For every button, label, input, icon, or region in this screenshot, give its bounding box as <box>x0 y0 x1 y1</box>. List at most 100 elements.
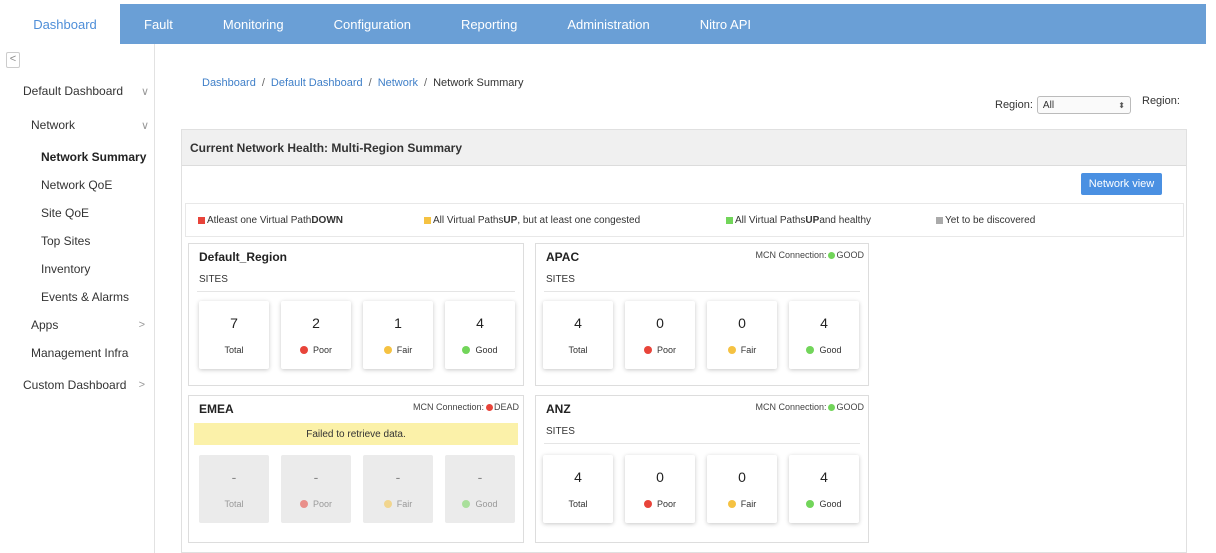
breadcrumb-default-dashboard[interactable]: Default Dashboard <box>271 77 363 89</box>
region-select-value: All <box>1042 99 1055 111</box>
green-dot-icon <box>462 500 471 508</box>
stat-value: - <box>395 469 401 485</box>
sites-label: SITES <box>199 274 228 285</box>
region-card-apac[interactable]: APAC MCN Connection: GOOD SITES 4 Total … <box>535 243 869 386</box>
sidebar-item-apps[interactable]: Apps > <box>31 318 145 332</box>
stat-label-text: Fair <box>740 345 757 355</box>
sidebar-item-label: Site QoE <box>41 206 90 220</box>
legend-item-healthy: All Virtual Paths UP and healthy <box>726 215 871 226</box>
tab-administration[interactable]: Administration <box>542 4 674 44</box>
gray-square-icon <box>936 216 943 224</box>
sidebar-item-custom-dashboard[interactable]: Custom Dashboard > <box>23 378 145 392</box>
stat-label-text: Poor <box>312 345 332 355</box>
chevron-left-icon[interactable]: < <box>6 52 20 68</box>
region-card-default[interactable]: Default_Region SITES 7 Total 2 Poor 1 Fa… <box>188 243 524 386</box>
stat-label: Total <box>199 345 269 355</box>
yellow-square-icon <box>424 216 431 224</box>
stat-label: Fair <box>707 345 777 355</box>
stat-card-fair[interactable]: 0 Fair <box>707 301 777 369</box>
stat-card-poor[interactable]: 2 Poor <box>281 301 351 369</box>
health-legend: Atleast one Virtual Path DOWN All Virtua… <box>185 203 1184 237</box>
stat-card-poor[interactable]: 0 Poor <box>625 455 695 523</box>
stat-card-total[interactable]: 7 Total <box>199 301 269 369</box>
tab-dashboard[interactable]: Dashboard <box>10 4 120 44</box>
sidebar-item-management-infra[interactable]: Management Infra <box>31 346 128 360</box>
stat-card-good: - Good <box>445 455 515 523</box>
sidebar-item-top-sites[interactable]: Top Sites <box>41 234 90 248</box>
stat-card-total: - Total <box>199 455 269 523</box>
red-dot-icon <box>643 500 652 508</box>
tab-nitro-api[interactable]: Nitro API <box>675 4 776 44</box>
error-message: Failed to retrieve data. <box>194 423 518 445</box>
stat-card-total[interactable]: 4 Total <box>543 455 613 523</box>
stat-card-poor: - Poor <box>281 455 351 523</box>
stat-label: Good <box>445 345 515 355</box>
stat-value: 0 <box>738 469 746 485</box>
stat-value: 2 <box>312 315 320 331</box>
stat-label-text: Good <box>819 499 842 509</box>
tab-monitoring[interactable]: Monitoring <box>198 4 309 44</box>
sidebar-item-inventory[interactable]: Inventory <box>41 262 90 276</box>
stat-card-fair[interactable]: 1 Fair <box>363 301 433 369</box>
breadcrumb: Dashboard / Default Dashboard / Network / Netw… <box>202 77 524 89</box>
stat-label-text: Total <box>568 499 588 509</box>
stat-label: Total <box>543 499 613 509</box>
stat-label-text: Good <box>475 345 498 355</box>
stat-label-text: Fair <box>396 499 413 509</box>
sidebar-item-network-qoe[interactable]: Network QoE <box>41 178 112 192</box>
divider <box>544 443 860 444</box>
region-card-anz[interactable]: ANZ MCN Connection: GOOD SITES 4 Total 0… <box>535 395 869 543</box>
tab-fault[interactable]: Fault <box>120 4 198 44</box>
sidebar-item-default-dashboard[interactable]: Default Dashboard ∨ <box>23 84 149 98</box>
tab-configuration[interactable]: Configuration <box>309 4 436 44</box>
sidebar-item-site-qoe[interactable]: Site QoE <box>41 206 89 220</box>
sidebar-item-label: Top Sites <box>41 234 91 248</box>
green-dot-icon <box>828 403 836 411</box>
tab-reporting[interactable]: Reporting <box>436 4 542 44</box>
region-name: Default_Region <box>199 250 288 264</box>
panel-title: Current Network Health: Multi-Region Sum… <box>182 130 1186 166</box>
red-square-icon <box>198 216 205 224</box>
breadcrumb-network[interactable]: Network <box>378 77 418 89</box>
legend-text: and healthy <box>819 214 872 226</box>
mcn-connection-status: MCN Connection: GOOD <box>755 402 864 412</box>
yellow-dot-icon <box>727 500 736 508</box>
region-select[interactable]: All ⬍ <box>1036 96 1131 114</box>
green-square-icon <box>726 216 733 224</box>
stat-card-good[interactable]: 4 Good <box>789 301 859 369</box>
yellow-dot-icon <box>383 500 392 508</box>
chevron-down-icon: ∨ <box>140 85 149 98</box>
sidebar-item-label: Apps <box>31 318 59 332</box>
stat-card-poor[interactable]: 0 Poor <box>625 301 695 369</box>
region-card-emea[interactable]: EMEA MCN Connection: DEAD Failed to retr… <box>188 395 524 543</box>
stat-card-good[interactable]: 4 Good <box>445 301 515 369</box>
sidebar-item-label: Events & Alarms <box>41 290 130 304</box>
red-dot-icon <box>299 346 308 354</box>
stat-card-good[interactable]: 4 Good <box>789 455 859 523</box>
stat-label: Poor <box>281 499 351 509</box>
green-dot-icon <box>462 346 471 354</box>
breadcrumb-dashboard[interactable]: Dashboard <box>202 77 256 89</box>
region-label-secondary: Region: <box>1142 95 1180 107</box>
sidebar-item-label: Default Dashboard <box>23 84 124 98</box>
legend-item-congested: All Virtual Paths UP, but at least one c… <box>424 215 640 226</box>
breadcrumb-separator: / <box>368 77 372 89</box>
stat-value: - <box>231 469 237 485</box>
stat-label: Total <box>543 345 613 355</box>
sidebar-item-network[interactable]: Network ∨ <box>31 118 149 132</box>
sidebar-item-events-alarms[interactable]: Events & Alarms <box>41 290 129 304</box>
stat-value: 4 <box>574 315 582 331</box>
red-dot-icon <box>485 403 493 411</box>
stat-card-fair[interactable]: 0 Fair <box>707 455 777 523</box>
green-dot-icon <box>828 251 836 259</box>
stat-value: 0 <box>656 315 664 331</box>
network-health-panel: Current Network Health: Multi-Region Sum… <box>181 129 1187 553</box>
stat-card-total[interactable]: 4 Total <box>543 301 613 369</box>
sidebar-item-label: Network Summary <box>41 150 147 164</box>
sidebar-item-network-summary[interactable]: Network Summary <box>41 150 146 164</box>
stat-card-fair: - Fair <box>363 455 433 523</box>
stat-label: Good <box>445 499 515 509</box>
network-view-button[interactable]: Network view <box>1081 173 1162 195</box>
stat-label-text: Good <box>819 345 842 355</box>
legend-bold: UP <box>503 214 518 226</box>
